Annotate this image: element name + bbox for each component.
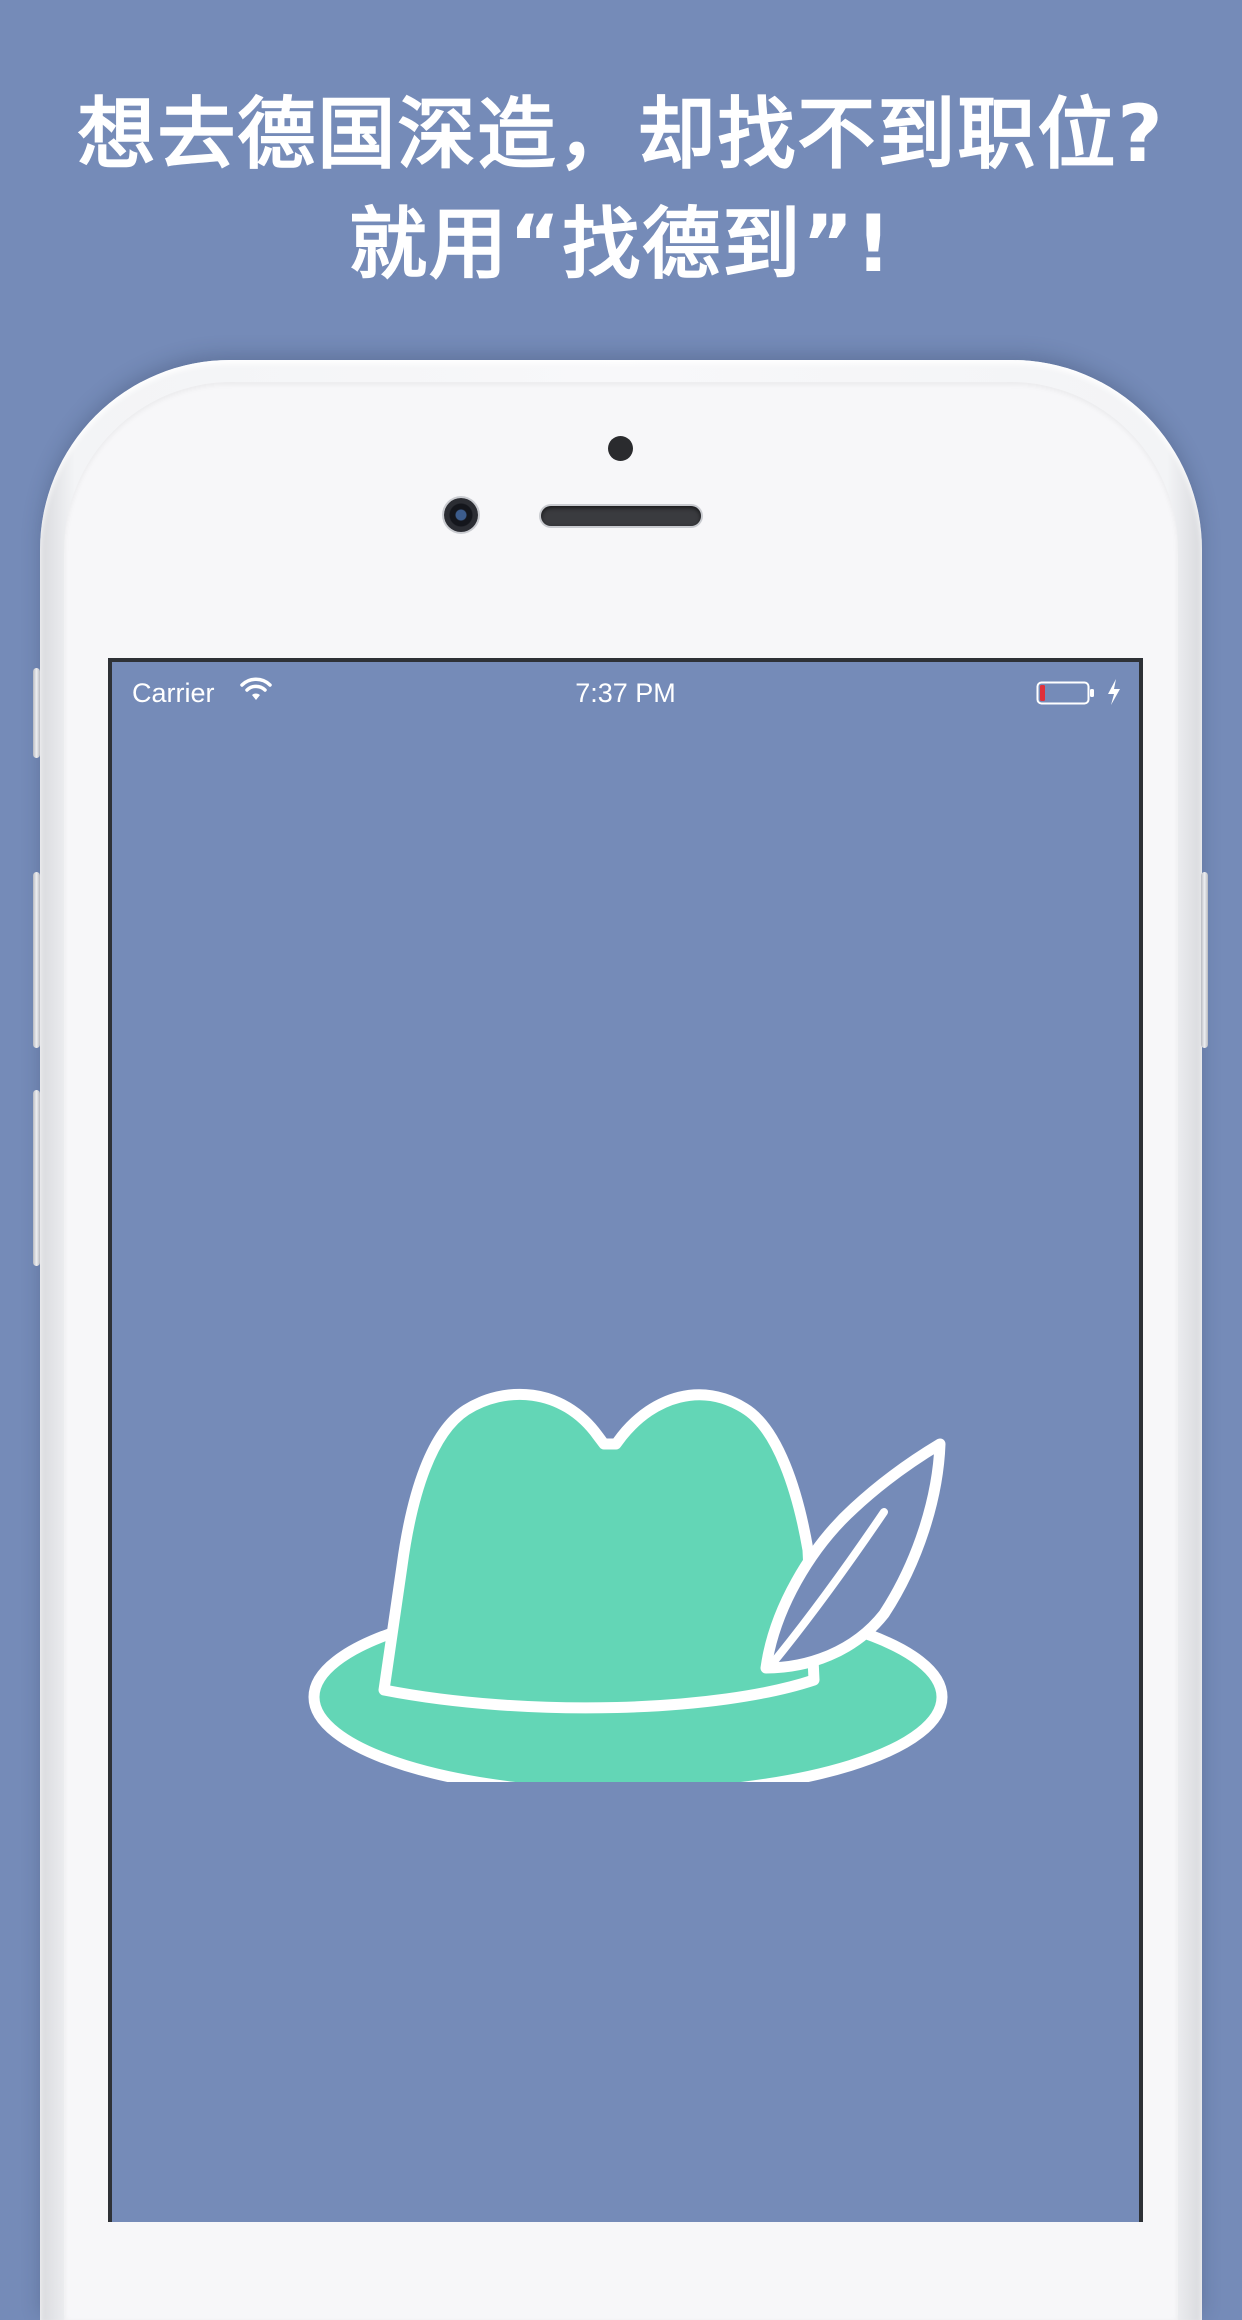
power-button (1201, 872, 1208, 1048)
marketing-headline: 想去德国深造，却找不到职位? 就用“找德到”! (0, 80, 1242, 300)
status-bar: Carrier 7:37 PM (112, 662, 1139, 722)
mute-switch (33, 668, 40, 758)
volume-up-button (33, 872, 40, 1048)
status-time: 7:37 PM (575, 678, 676, 708)
charging-bolt-icon (1108, 679, 1120, 705)
front-camera (444, 498, 478, 532)
proximity-sensor (608, 436, 633, 461)
app-screen: Carrier 7:37 PM (108, 658, 1143, 2222)
headline-line-1: 想去德国深造，却找不到职位? (77, 90, 1165, 180)
headline-line-2: 就用“找德到”! (348, 200, 894, 290)
feathered-hat-logo (308, 1388, 948, 1782)
volume-down-button (33, 1090, 40, 1266)
earpiece-speaker (541, 506, 701, 526)
battery-low-icon (1036, 681, 1094, 705)
